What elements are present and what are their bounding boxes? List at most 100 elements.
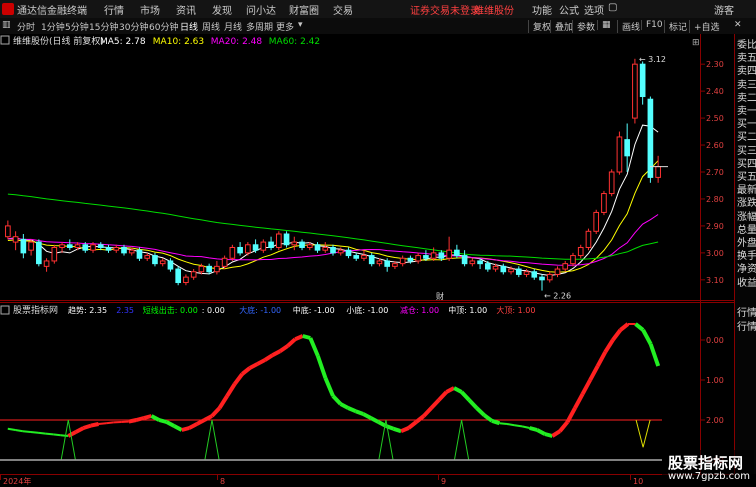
candle-body <box>283 233 290 246</box>
indicator-value-label: 小底: -1.00 <box>346 305 388 315</box>
list-icon[interactable]: ▥ <box>2 20 11 30</box>
period-tab[interactable]: 分时 <box>17 20 35 33</box>
candle-body <box>198 265 205 273</box>
login-warning[interactable]: 证券交易未登录 <box>410 2 480 17</box>
candle-body <box>337 249 344 254</box>
trend-segment <box>294 334 304 342</box>
grid-icon[interactable]: ▦ <box>597 20 611 30</box>
indicator-value-label: 中顶: 1.00 <box>448 305 487 315</box>
indicator-toggle-icon[interactable] <box>0 305 10 315</box>
candle-body <box>299 241 305 248</box>
candle-body <box>121 246 127 254</box>
candle-body <box>214 265 220 273</box>
panel-menu-icon[interactable]: ⊞ <box>692 38 700 48</box>
brand-link[interactable]: 维维股份 <box>474 2 514 17</box>
candle-body <box>647 98 654 178</box>
menu-market[interactable]: 市场 <box>140 2 160 17</box>
signal-mark <box>635 419 651 448</box>
menu-discover[interactable]: 发现 <box>212 2 232 17</box>
indicator-value-label: 大底: -1.00 <box>239 305 281 315</box>
period-tab[interactable]: 多周期 <box>246 20 273 33</box>
signal-mark <box>454 419 470 460</box>
menu-hq[interactable]: 行情 <box>104 2 124 17</box>
add-watchlist-button[interactable]: +自选 <box>689 20 720 33</box>
trend-segment <box>60 434 69 437</box>
candle-body <box>36 241 42 265</box>
menu-trade[interactable]: 交易 <box>333 2 353 17</box>
sidebar-indicator-item[interactable]: 行情 <box>737 306 756 321</box>
period-tab[interactable]: 60分钟 <box>149 20 178 33</box>
period-toolbar: ▥ 分时 1分钟 5分钟 15分钟 30分钟 60分钟 日线 周线 月线 多周期… <box>0 18 756 35</box>
candle-body <box>291 241 298 246</box>
indicator-legend: 趋势: 2.35 2.35 短线出击: 0.00: 0.00 大底: -1.00 中底:… <box>68 305 535 315</box>
candle-body <box>562 263 569 270</box>
event-marker[interactable]: 财 <box>436 291 444 301</box>
sidebar-indicator-item[interactable]: 行情 <box>737 320 756 335</box>
period-tab[interactable]: 15分钟 <box>89 20 118 33</box>
mark-button[interactable]: 标记 <box>664 20 687 33</box>
candle-body <box>384 260 391 267</box>
menu-function[interactable]: 功能 <box>532 2 552 17</box>
indicator-name: 股票指标网 <box>13 304 58 316</box>
trend-segment <box>521 425 530 429</box>
period-tab[interactable]: 1分钟 <box>41 20 65 33</box>
period-tab[interactable]: 30分钟 <box>119 20 148 33</box>
trend-segment <box>603 338 615 354</box>
adjust-button[interactable]: 复权 <box>528 20 551 33</box>
trend-segment <box>407 420 418 430</box>
f10-button[interactable]: F10 <box>641 20 663 30</box>
candle-body <box>585 230 592 248</box>
trend-segment <box>551 429 561 438</box>
trend-segment <box>634 322 645 332</box>
candle-body <box>461 255 468 265</box>
menu-formula[interactable]: 公式 <box>559 2 579 17</box>
overlay-button[interactable]: 叠加 <box>550 20 573 33</box>
candle-body <box>539 276 545 281</box>
menu-ask[interactable]: 问小达 <box>246 2 276 17</box>
candle-body <box>616 136 623 173</box>
period-tab-active[interactable]: 日线 <box>180 20 198 33</box>
menu-skin-icon[interactable]: ▢ <box>608 2 617 13</box>
candle-body <box>407 257 414 262</box>
trend-segment <box>619 322 630 332</box>
price-chart-title: 维维股份(日线 前复权) <box>13 35 104 47</box>
menu-bar: 通达信金融终端 行情 市场 资讯 发现 问小达 财富圈 交易 证券交易未登录 维… <box>0 0 756 19</box>
chart-area[interactable]: 维维股份(日线 前复权) MA5: 2.78 MA10: 2.63 MA20: 2.… <box>0 34 734 487</box>
app-title: 通达信金融终端 <box>17 6 87 17</box>
period-tab[interactable]: 月线 <box>224 20 242 33</box>
x-tick-label: 8 <box>220 477 225 486</box>
trend-segment <box>22 430 31 433</box>
candle-body <box>485 263 491 270</box>
y-tick-label: 0.00 <box>706 336 724 345</box>
period-tab[interactable]: 5分钟 <box>65 20 89 33</box>
trend-segment <box>536 428 546 436</box>
close-icon[interactable]: ✕ <box>734 20 742 30</box>
trend-segment <box>437 390 448 402</box>
candle-body <box>97 244 104 248</box>
trend-segment <box>506 423 515 427</box>
user-label[interactable]: 游客 <box>714 2 734 17</box>
period-tab-more[interactable]: 更多 <box>276 20 294 33</box>
trend-segment <box>499 422 508 425</box>
params-button[interactable]: 参数 <box>572 20 595 33</box>
candle-body <box>66 244 73 248</box>
draw-button[interactable]: 画线 <box>617 20 640 33</box>
trend-segment <box>544 432 553 438</box>
candle-body <box>237 246 243 254</box>
trend-segment <box>331 394 343 406</box>
trend-segment <box>128 418 137 424</box>
chevron-down-icon[interactable]: ▾ <box>298 20 303 30</box>
trend-segment <box>491 418 500 426</box>
y-tick-label: 2.50 <box>706 114 724 123</box>
candle-body <box>500 265 507 273</box>
trend-segment <box>308 337 320 357</box>
period-tab[interactable]: 周线 <box>202 20 220 33</box>
trend-segment <box>158 418 168 424</box>
trend-segment <box>514 424 523 428</box>
menu-wealth[interactable]: 财富圈 <box>289 2 319 17</box>
menu-options[interactable]: 选项 <box>584 2 604 17</box>
menu-news[interactable]: 资讯 <box>176 2 196 17</box>
candle-body <box>59 244 65 248</box>
trend-segment <box>150 414 160 422</box>
sidebar-quote-item[interactable]: 收益 <box>737 276 756 291</box>
